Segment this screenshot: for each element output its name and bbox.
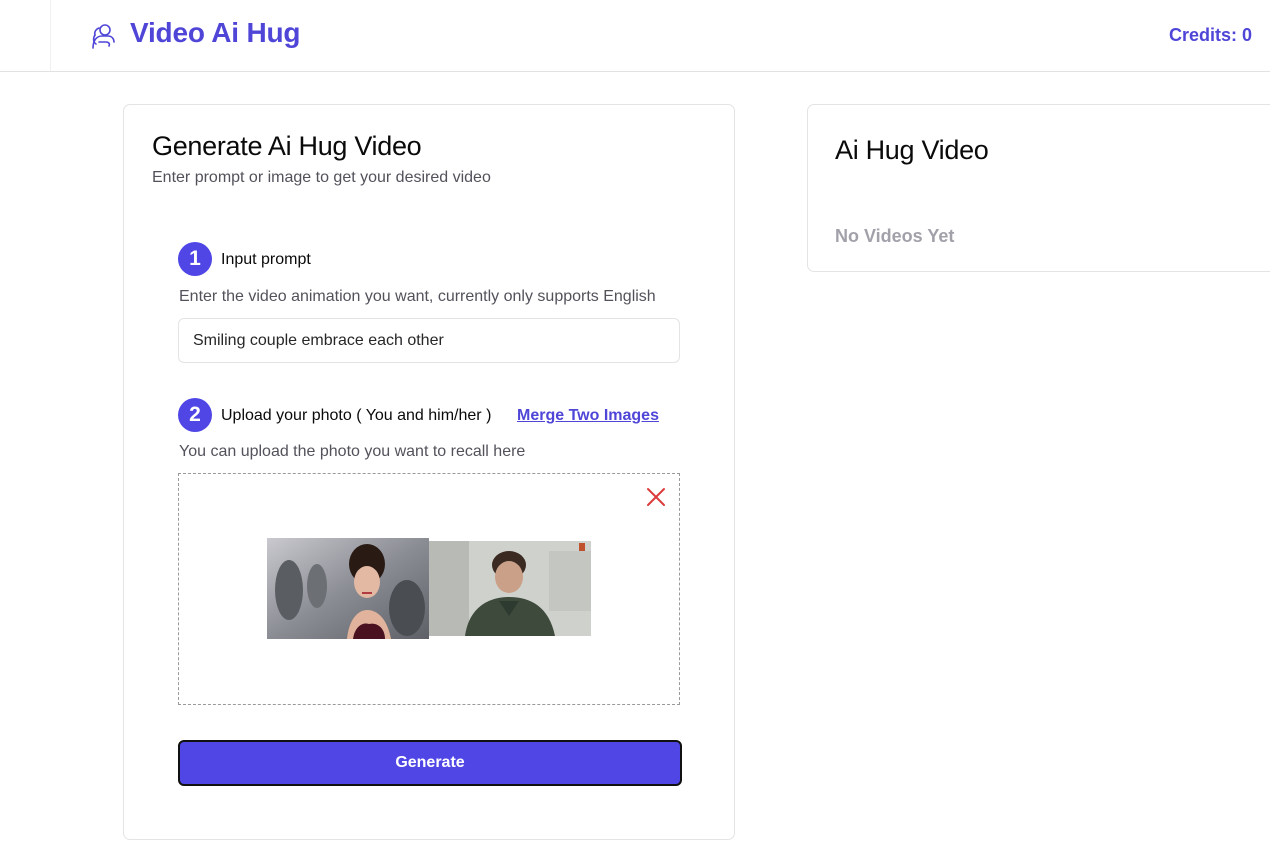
step-1-label: Input prompt: [221, 251, 311, 268]
generate-button[interactable]: Generate: [178, 740, 682, 786]
merge-two-images-link[interactable]: Merge Two Images: [517, 407, 659, 425]
empty-state-text: No Videos Yet: [835, 226, 955, 246]
prompt-helper-text: Enter the video animation you want, curr…: [179, 288, 656, 305]
top-header: Video Ai Hug Credits: 0: [0, 0, 1270, 72]
hug-icon: [92, 24, 115, 49]
step-1-badge: 1: [178, 242, 212, 276]
result-title: Ai Hug Video: [835, 135, 989, 165]
step-2-badge: 2: [178, 398, 212, 432]
app-title[interactable]: Video Ai Hug: [130, 17, 300, 49]
uploaded-photo-woman: [267, 538, 429, 639]
generator-card: Generate Ai Hug Video Enter prompt or im…: [123, 104, 735, 840]
result-card: Ai Hug Video No Videos Yet: [807, 104, 1270, 272]
step-2-label: Upload your photo ( You and him/her ): [221, 407, 492, 424]
prompt-input[interactable]: [178, 318, 680, 363]
header-divider: [50, 0, 51, 71]
uploaded-photo-man: [429, 541, 591, 636]
generator-title: Generate Ai Hug Video: [152, 131, 422, 161]
credits-counter: Credits: 0: [1168, 25, 1252, 45]
upload-helper-text: You can upload the photo you want to rec…: [179, 443, 526, 460]
close-icon[interactable]: [645, 486, 667, 508]
generator-subtitle: Enter prompt or image to get your desire…: [152, 169, 491, 186]
photo-upload-area[interactable]: [178, 473, 680, 705]
